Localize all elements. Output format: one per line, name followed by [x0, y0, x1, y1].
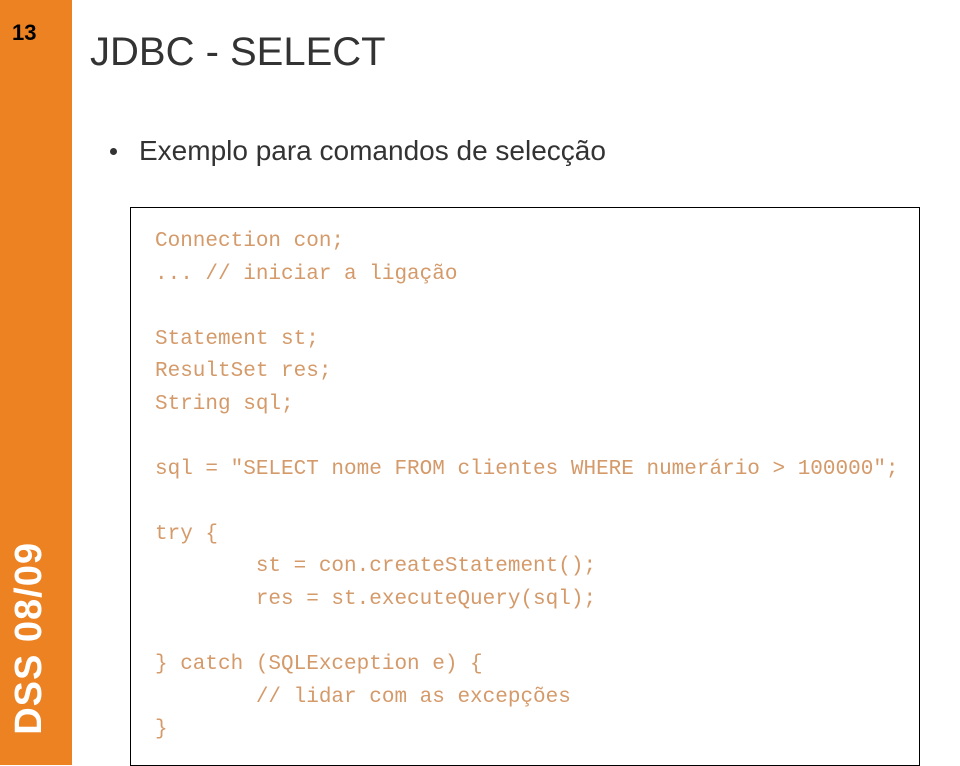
page-number: 13: [12, 20, 36, 46]
sidebar: DSS 08/09: [0, 0, 72, 765]
code-line: sql = "SELECT nome FROM clientes WHERE n…: [155, 458, 899, 481]
code-line: ... // iniciar a ligação: [155, 263, 457, 286]
bullet-dot-icon: [110, 148, 117, 155]
code-line: ResultSet res;: [155, 360, 331, 383]
code-line: Connection con;: [155, 230, 344, 253]
code-line: // lidar com as excepções: [155, 686, 571, 709]
code-line: } catch (SQLException e) {: [155, 653, 483, 676]
code-line: try {: [155, 523, 218, 546]
bullet-item: Exemplo para comandos de selecção: [110, 135, 930, 167]
code-block: Connection con; ... // iniciar a ligação…: [130, 207, 920, 766]
code-line: st = con.createStatement();: [155, 555, 596, 578]
code-line: String sql;: [155, 393, 294, 416]
slide-content: JDBC - SELECT Exemplo para comandos de s…: [90, 30, 930, 766]
sidebar-label: DSS 08/09: [8, 542, 51, 735]
slide-title: JDBC - SELECT: [90, 30, 930, 75]
code-line: Statement st;: [155, 328, 319, 351]
bullet-text: Exemplo para comandos de selecção: [139, 135, 606, 167]
code-line: }: [155, 718, 168, 741]
code-line: res = st.executeQuery(sql);: [155, 588, 596, 611]
